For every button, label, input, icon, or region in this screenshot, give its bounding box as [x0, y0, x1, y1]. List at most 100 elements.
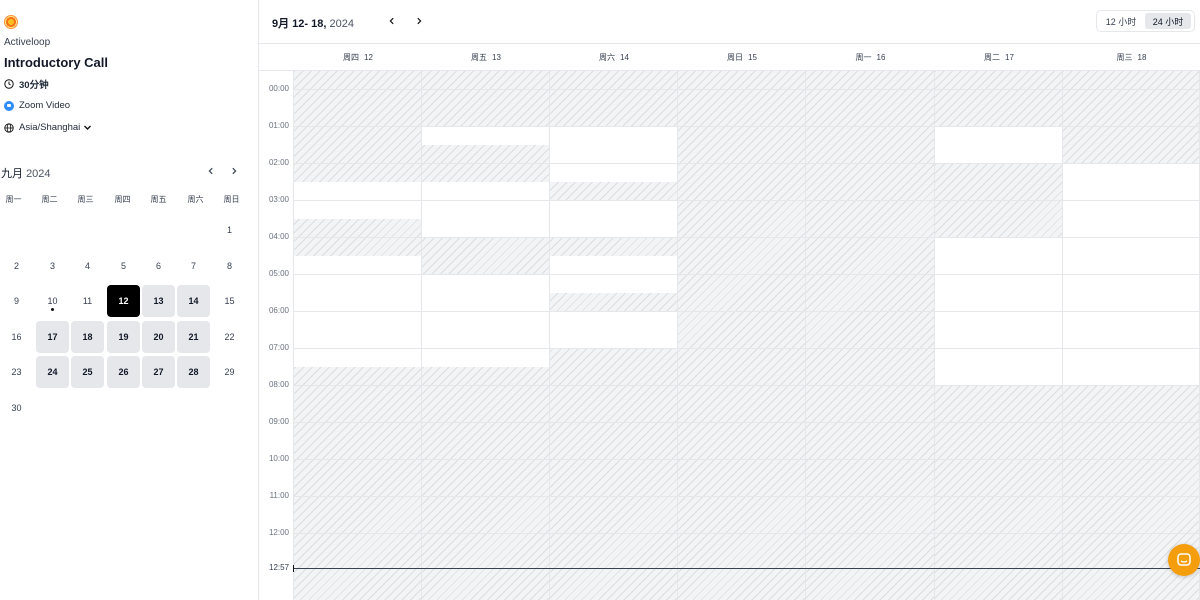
available-slot[interactable] [550, 200, 677, 237]
hour-gridline [294, 311, 1200, 312]
calendar-day[interactable]: 20 [142, 321, 175, 353]
hour-gridline [294, 237, 1200, 238]
calendar-day: 8 [226, 261, 232, 271]
calendar-day: 16 [11, 332, 22, 342]
day-date: 18 [1137, 53, 1147, 62]
location-text: Zoom Video [19, 100, 71, 111]
day-weekday: 周五 [471, 53, 488, 62]
available-slot[interactable] [422, 126, 549, 145]
chat-icon [1177, 553, 1191, 566]
timezone-select[interactable]: Asia/Shanghai [19, 122, 92, 133]
day-column-header: 周一 16 [806, 44, 935, 71]
hour-label: 00:00 [268, 84, 289, 93]
calendar-day: 3 [49, 261, 55, 271]
next-month-button[interactable] [226, 163, 242, 179]
chat-support-button[interactable] [1168, 544, 1200, 576]
chevron-left-icon [389, 17, 394, 25]
calendar-day[interactable]: 24 [36, 356, 69, 388]
day-column [678, 71, 806, 600]
calendar-day[interactable]: 21 [177, 321, 210, 353]
calendar-day[interactable]: 14 [177, 285, 210, 317]
day-date: 16 [876, 53, 886, 62]
duration-row: 30分钟 [4, 77, 49, 91]
hour-label: 07:00 [268, 343, 289, 352]
weekday-label: 周六 [187, 195, 204, 204]
hour-labels-column: 00:00 01:00 02:00 03:00 04:00 05:00 06:00 07:00… [259, 71, 294, 600]
day-column-header: 周五 13 [422, 44, 550, 71]
day-column-header: 周日 15 [678, 44, 806, 71]
calendar-day: 29 [224, 367, 235, 377]
day-column [1063, 71, 1200, 600]
24-hour-option[interactable]: 24 小时 [1145, 13, 1191, 29]
time-grid: 00:00 01:00 02:00 03:00 04:00 05:00 06:00 07:00… [259, 71, 1200, 600]
calendar-day[interactable]: 28 [177, 356, 210, 388]
available-slot[interactable] [422, 274, 549, 367]
calendar-day[interactable]: 12 [107, 285, 140, 317]
timezone-row: Asia/Shanghai [4, 122, 92, 133]
hour-gridline [294, 126, 1200, 127]
calendar-day[interactable]: 17 [36, 321, 69, 353]
day-weekday: 周四 [343, 53, 360, 62]
prev-week-button[interactable] [384, 13, 400, 29]
chevron-right-icon [417, 17, 422, 25]
day-date: 12 [364, 53, 373, 62]
chevron-right-icon [232, 167, 237, 175]
month-year-label: 九月 2024 [1, 165, 51, 181]
hour-label: 01:00 [268, 121, 289, 130]
calendar-day: 2 [13, 261, 19, 271]
calendar-day: 11 [82, 296, 93, 306]
week-day-header: 周四 12 周五 13 周六 14 周日 15 周一 16 周二 17 周三 18 [259, 44, 1200, 71]
day-column-header: 周四 12 [294, 44, 422, 71]
day-column [550, 71, 678, 600]
hour-label: 11:00 [269, 491, 289, 500]
hour-label: 03:00 [268, 195, 289, 204]
time-format-toggle: 12 小时 24 小时 [1096, 10, 1195, 32]
month-year: 2024 [26, 168, 51, 180]
globe-icon [4, 122, 14, 133]
weekday-label: 周一 [5, 195, 22, 204]
current-time-line [294, 568, 1200, 570]
day-date: 13 [492, 53, 501, 62]
next-week-button[interactable] [411, 13, 427, 29]
12-hour-option[interactable]: 12 小时 [1099, 13, 1143, 29]
month-day-grid: 1 2 3 4 5 6 7 8 9 10 11 12 13 14 15 16 17 18 19 20 21 22 23 24 2… [0, 214, 250, 429]
calendar-day: 30 [11, 403, 22, 413]
hour-label: 12:00 [268, 528, 289, 537]
available-slot[interactable] [550, 311, 677, 348]
org-logo-icon [4, 15, 18, 29]
hour-gridline [294, 89, 1200, 90]
calendar-day: 23 [11, 367, 22, 377]
day-column [294, 71, 422, 600]
calendar-day: 7 [190, 261, 196, 271]
hour-label: 06:00 [268, 306, 289, 315]
calendar-day: 6 [155, 261, 161, 271]
location-row: Zoom Video [4, 100, 70, 111]
hour-gridline [294, 422, 1200, 423]
chevron-down-icon [84, 125, 92, 130]
calendar-day: 5 [120, 261, 126, 271]
calendar-day[interactable]: 13 [142, 285, 175, 317]
calendar-day: 4 [84, 261, 90, 271]
available-slot[interactable] [422, 181, 549, 237]
available-slot[interactable] [550, 126, 677, 182]
weekday-label: 周三 [77, 195, 94, 204]
calendar-day: 22 [224, 332, 235, 342]
day-column-header: 周六 14 [550, 44, 678, 71]
day-date: 14 [620, 53, 629, 62]
prev-month-button[interactable] [203, 163, 219, 179]
hour-gridline [294, 533, 1200, 534]
calendar-day[interactable]: 27 [142, 356, 175, 388]
weekday-label: 周日 [223, 195, 240, 204]
calendar-day[interactable]: 19 [107, 321, 140, 353]
day-weekday: 周三 [1116, 53, 1133, 62]
calendar-day[interactable]: 25 [71, 356, 104, 388]
hour-label: 08:00 [268, 380, 289, 389]
calendar-day[interactable]: 26 [107, 356, 140, 388]
date-range-title: 9月 12- 18, 2024 [272, 15, 354, 31]
available-slot[interactable] [935, 126, 1062, 163]
week-view: 9月 12- 18, 2024 12 小时 24 小时 周四 12 周五 13 周六 14… [259, 0, 1200, 600]
calendar-day[interactable]: 18 [71, 321, 104, 353]
hour-label: 10:00 [268, 454, 289, 463]
date-range-text: 9月 12- 18, [272, 18, 327, 30]
day-column [935, 71, 1063, 600]
